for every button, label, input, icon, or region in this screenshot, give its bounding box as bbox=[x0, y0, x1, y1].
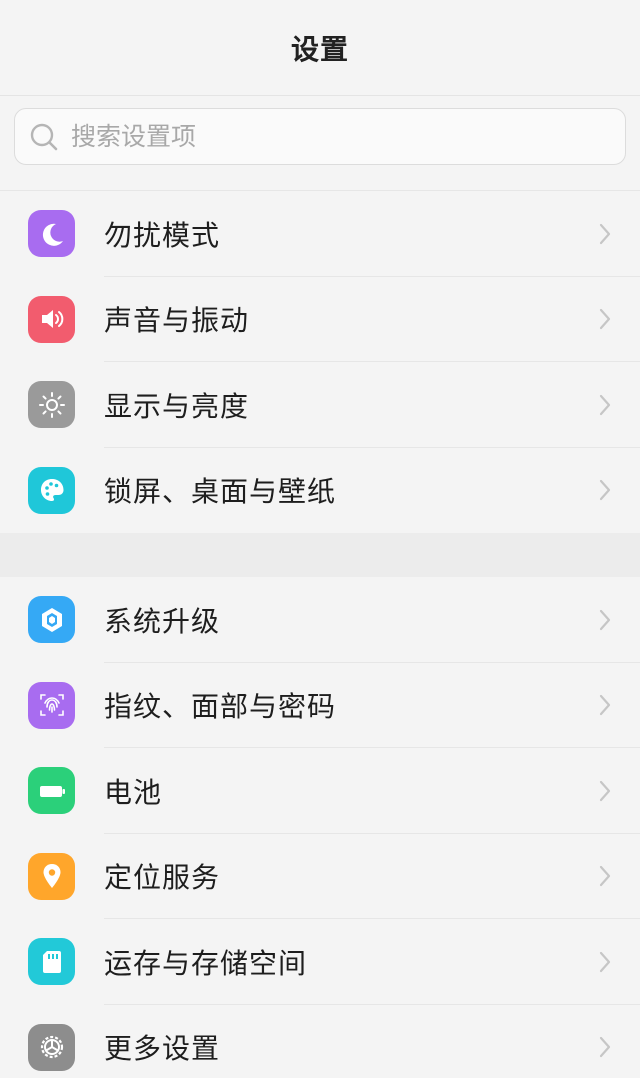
sd-card-icon bbox=[28, 938, 75, 986]
chevron-right-icon bbox=[598, 222, 612, 246]
chevron-right-icon bbox=[598, 307, 612, 331]
search-input[interactable] bbox=[71, 122, 571, 151]
settings-item-label: 勿扰模式 bbox=[104, 218, 221, 252]
settings-item-label: 运存与存储空间 bbox=[104, 946, 308, 980]
page-title: 设置 bbox=[290, 32, 349, 66]
settings-item-memory-storage[interactable]: 运存与存储空间 bbox=[0, 919, 640, 1005]
battery-icon bbox=[28, 767, 75, 815]
chevron-right-icon bbox=[598, 950, 612, 974]
settings-item-more-settings[interactable]: 更多设置 bbox=[0, 1005, 640, 1078]
upgrade-icon bbox=[28, 596, 75, 644]
search-icon bbox=[30, 123, 58, 150]
search-box[interactable] bbox=[14, 108, 626, 165]
settings-item-fingerprint-face-password[interactable]: 指纹、面部与密码 bbox=[0, 663, 640, 748]
settings-item-location-services[interactable]: 定位服务 bbox=[0, 834, 640, 919]
chevron-right-icon bbox=[598, 393, 612, 417]
settings-item-label: 电池 bbox=[104, 775, 163, 809]
search-area bbox=[0, 96, 640, 165]
chevron-right-icon bbox=[598, 779, 612, 803]
title-bar: 设置 bbox=[0, 0, 640, 96]
settings-item-label: 显示与亮度 bbox=[104, 389, 250, 423]
settings-group-2: 系统升级 指纹、面部与密码 电池 定位服务 运存与存储空间 更多设置 bbox=[0, 577, 640, 1078]
group-separator bbox=[0, 533, 640, 577]
chevron-right-icon bbox=[598, 1035, 612, 1059]
moon-icon bbox=[28, 210, 75, 258]
fingerprint-icon bbox=[28, 681, 75, 729]
settings-screen: 设置 勿扰模式 bbox=[0, 0, 640, 1078]
settings-item-label: 定位服务 bbox=[104, 861, 221, 895]
settings-item-label: 锁屏、桌面与壁纸 bbox=[104, 475, 337, 509]
chevron-right-icon bbox=[598, 608, 612, 632]
settings-item-lockscreen-wallpaper[interactable]: 锁屏、桌面与壁纸 bbox=[0, 448, 640, 534]
settings-item-label: 系统升级 bbox=[104, 604, 221, 638]
sun-icon bbox=[28, 381, 75, 429]
settings-item-system-upgrade[interactable]: 系统升级 bbox=[0, 577, 640, 663]
settings-item-label: 指纹、面部与密码 bbox=[104, 690, 337, 724]
settings-item-display-brightness[interactable]: 显示与亮度 bbox=[0, 362, 640, 448]
settings-item-do-not-disturb[interactable]: 勿扰模式 bbox=[0, 191, 640, 277]
settings-group-1: 勿扰模式 声音与振动 显示与亮度 锁屏、桌面与壁纸 bbox=[0, 191, 640, 533]
settings-item-sound-vibration[interactable]: 声音与振动 bbox=[0, 277, 640, 362]
settings-item-label: 更多设置 bbox=[104, 1032, 221, 1066]
chevron-right-icon bbox=[598, 693, 612, 717]
palette-icon bbox=[28, 466, 75, 514]
settings-item-battery[interactable]: 电池 bbox=[0, 748, 640, 834]
chevron-right-icon bbox=[598, 864, 612, 888]
location-pin-icon bbox=[28, 852, 75, 900]
speaker-icon bbox=[28, 295, 75, 343]
gear-icon bbox=[28, 1023, 75, 1071]
chevron-right-icon bbox=[598, 478, 612, 502]
settings-item-label: 声音与振动 bbox=[104, 304, 250, 338]
